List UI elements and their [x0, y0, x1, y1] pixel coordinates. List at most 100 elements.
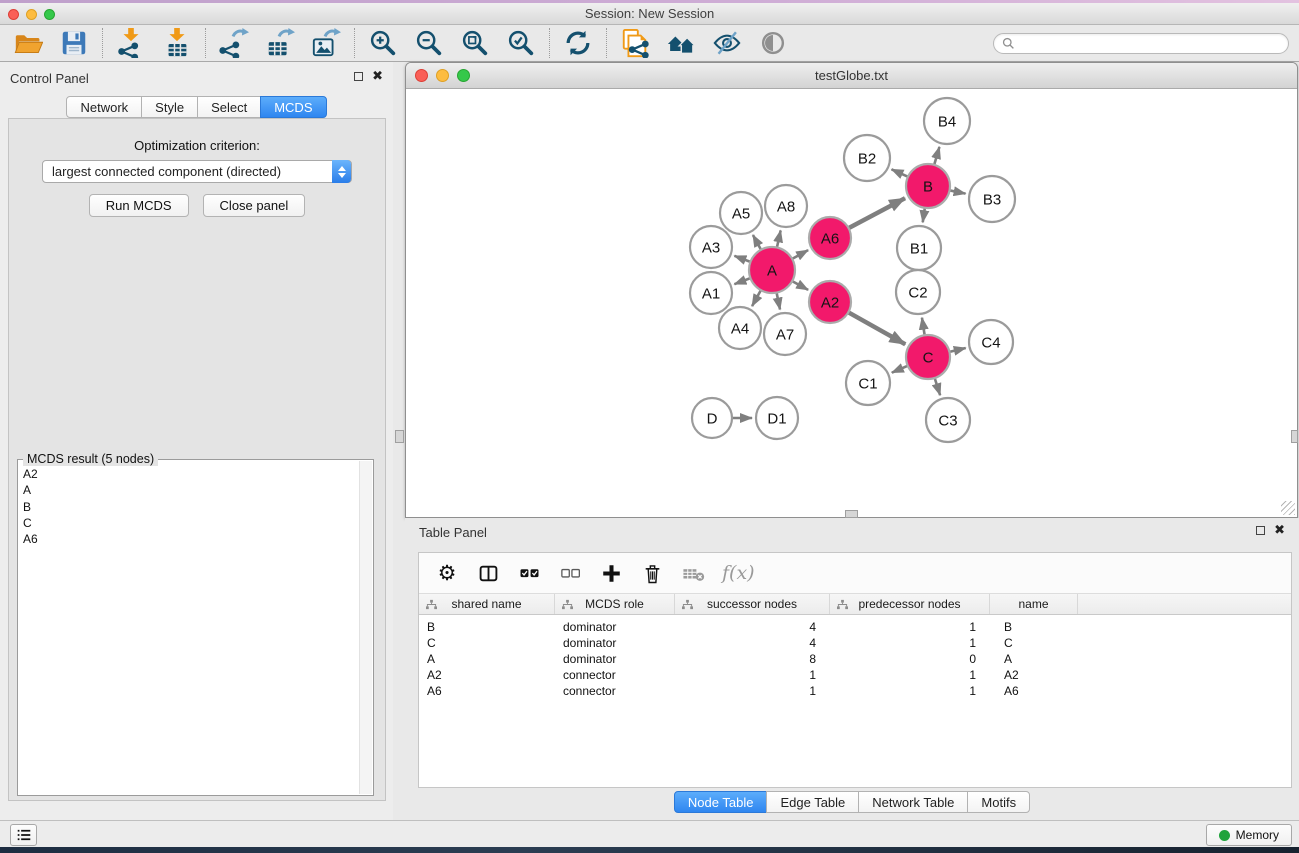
graph-edge-B-B2[interactable]: [892, 169, 909, 177]
table-cell[interactable]: 8: [675, 651, 830, 667]
right-split-handle[interactable]: [1291, 430, 1298, 443]
graph-edge-A-A2[interactable]: [791, 281, 808, 290]
open-icon[interactable]: [13, 28, 43, 58]
column-header-MCDS-role[interactable]: MCDS role: [555, 594, 675, 614]
graph-node-C1[interactable]: C1: [846, 361, 890, 405]
export-network-icon[interactable]: [219, 28, 249, 58]
table-row[interactable]: Cdominator41C: [419, 635, 1291, 651]
tab-network-table[interactable]: Network Table: [858, 791, 968, 813]
add-column-icon[interactable]: [599, 561, 623, 585]
clone-network-icon[interactable]: [620, 28, 650, 58]
export-table-icon[interactable]: [265, 28, 295, 58]
float-panel-icon[interactable]: [354, 72, 363, 81]
graph-node-D[interactable]: D: [692, 398, 732, 438]
graph-node-D1[interactable]: D1: [756, 397, 798, 439]
run-mcds-button[interactable]: Run MCDS: [89, 194, 189, 217]
graph-edge-B-B1[interactable]: [923, 207, 925, 222]
graph-node-C3[interactable]: C3: [926, 398, 970, 442]
zoom-out-icon[interactable]: [414, 28, 444, 58]
table-cell[interactable]: 4: [675, 619, 830, 635]
column-header-name[interactable]: name: [990, 594, 1078, 614]
close-panel-icon[interactable]: ✖: [372, 71, 383, 82]
table-cell[interactable]: dominator: [555, 651, 675, 667]
resize-grip-icon[interactable]: [1281, 501, 1295, 515]
table-cell[interactable]: dominator: [555, 619, 675, 635]
graph-node-A[interactable]: A: [749, 247, 795, 293]
mcds-result-item[interactable]: C: [23, 515, 359, 531]
zoom-in-icon[interactable]: [368, 28, 398, 58]
mcds-result-item[interactable]: A: [23, 482, 359, 498]
table-cell[interactable]: 1: [830, 635, 990, 651]
horizontal-split-handle[interactable]: [845, 510, 858, 518]
graph-edge-A-A8[interactable]: [777, 230, 781, 248]
table-cell[interactable]: A: [419, 651, 555, 667]
table-row[interactable]: A2connector11A2: [419, 667, 1291, 683]
table-cell[interactable]: C: [419, 635, 555, 651]
table-cell[interactable]: A6: [419, 683, 555, 699]
graph-edge-A-A6[interactable]: [791, 250, 808, 259]
table-cell[interactable]: 1: [830, 619, 990, 635]
vertical-split-handle[interactable]: [395, 430, 404, 443]
graph-edge-C-C3[interactable]: [934, 377, 940, 395]
graph-edge-C-C2[interactable]: [922, 318, 925, 337]
search-input[interactable]: [1015, 36, 1280, 50]
graph-edge-A-A1[interactable]: [734, 278, 751, 284]
table-cell[interactable]: 0: [830, 651, 990, 667]
scrollbar-track[interactable]: [359, 461, 372, 794]
table-cell[interactable]: 1: [675, 683, 830, 699]
zoom-selected-icon[interactable]: [506, 28, 536, 58]
graph-node-A6[interactable]: A6: [809, 217, 851, 259]
bird-eye-view-icon[interactable]: [758, 28, 788, 58]
graph-node-A2[interactable]: A2: [809, 281, 851, 323]
export-image-icon[interactable]: [311, 28, 341, 58]
graph-edge-A2-C[interactable]: [847, 312, 905, 344]
mcds-result-list[interactable]: A2ABCA6: [18, 461, 359, 795]
float-table-panel-icon[interactable]: [1256, 526, 1265, 535]
table-cell[interactable]: connector: [555, 667, 675, 683]
graph-node-A7[interactable]: A7: [764, 313, 806, 355]
settings-icon[interactable]: ⚙: [435, 561, 459, 585]
table-cell[interactable]: B: [990, 619, 1078, 635]
graph-edge-C-C4[interactable]: [948, 348, 965, 352]
graph-node-B1[interactable]: B1: [897, 226, 941, 270]
table-row[interactable]: Bdominator41B: [419, 619, 1291, 635]
network-window-titlebar[interactable]: testGlobe.txt: [406, 63, 1297, 89]
column-header-shared-name[interactable]: shared name: [419, 594, 555, 614]
deselect-all-icon[interactable]: [558, 561, 582, 585]
graph-edge-A-A7[interactable]: [776, 292, 780, 310]
delete-column-icon[interactable]: [640, 561, 664, 585]
memory-button[interactable]: Memory: [1206, 824, 1292, 846]
close-panel-button[interactable]: Close panel: [203, 194, 306, 217]
column-header-predecessor-nodes[interactable]: predecessor nodes: [830, 594, 990, 614]
table-cell[interactable]: A: [990, 651, 1078, 667]
tab-network[interactable]: Network: [66, 96, 142, 118]
table-cell[interactable]: B: [419, 619, 555, 635]
graph-edge-B-B3[interactable]: [949, 190, 966, 193]
table-cell[interactable]: A2: [990, 667, 1078, 683]
graph-edge-A-A5[interactable]: [753, 235, 762, 251]
table-cell[interactable]: 1: [675, 667, 830, 683]
graph-node-B4[interactable]: B4: [924, 98, 970, 144]
criterion-select[interactable]: largest connected component (directed): [42, 160, 352, 183]
hide-graphics-details-icon[interactable]: [712, 28, 742, 58]
table-cell[interactable]: dominator: [555, 635, 675, 651]
tab-style[interactable]: Style: [141, 96, 198, 118]
graph-node-C[interactable]: C: [906, 335, 950, 379]
graph-node-A3[interactable]: A3: [690, 226, 732, 268]
graph-node-B2[interactable]: B2: [844, 135, 890, 181]
table-cell[interactable]: 1: [830, 667, 990, 683]
graph-node-A4[interactable]: A4: [719, 307, 761, 349]
mcds-result-item[interactable]: B: [23, 499, 359, 515]
zoom-fit-icon[interactable]: [460, 28, 490, 58]
select-all-icon[interactable]: [517, 561, 541, 585]
graph-node-B3[interactable]: B3: [969, 176, 1015, 222]
graph-node-A5[interactable]: A5: [720, 192, 762, 234]
network-graph[interactable]: B4B2BB3A5A8A6B1A3AC2A1A2A4A7C4CC1C3DD1: [406, 89, 1297, 517]
table-cell[interactable]: C: [990, 635, 1078, 651]
graph-edge-C-C1[interactable]: [892, 365, 909, 372]
network-canvas[interactable]: B4B2BB3A5A8A6B1A3AC2A1A2A4A7C4CC1C3DD1: [406, 89, 1297, 517]
tab-edge-table[interactable]: Edge Table: [766, 791, 859, 813]
tab-select[interactable]: Select: [197, 96, 261, 118]
save-icon[interactable]: [59, 28, 89, 58]
graph-edge-A-A4[interactable]: [752, 289, 761, 306]
